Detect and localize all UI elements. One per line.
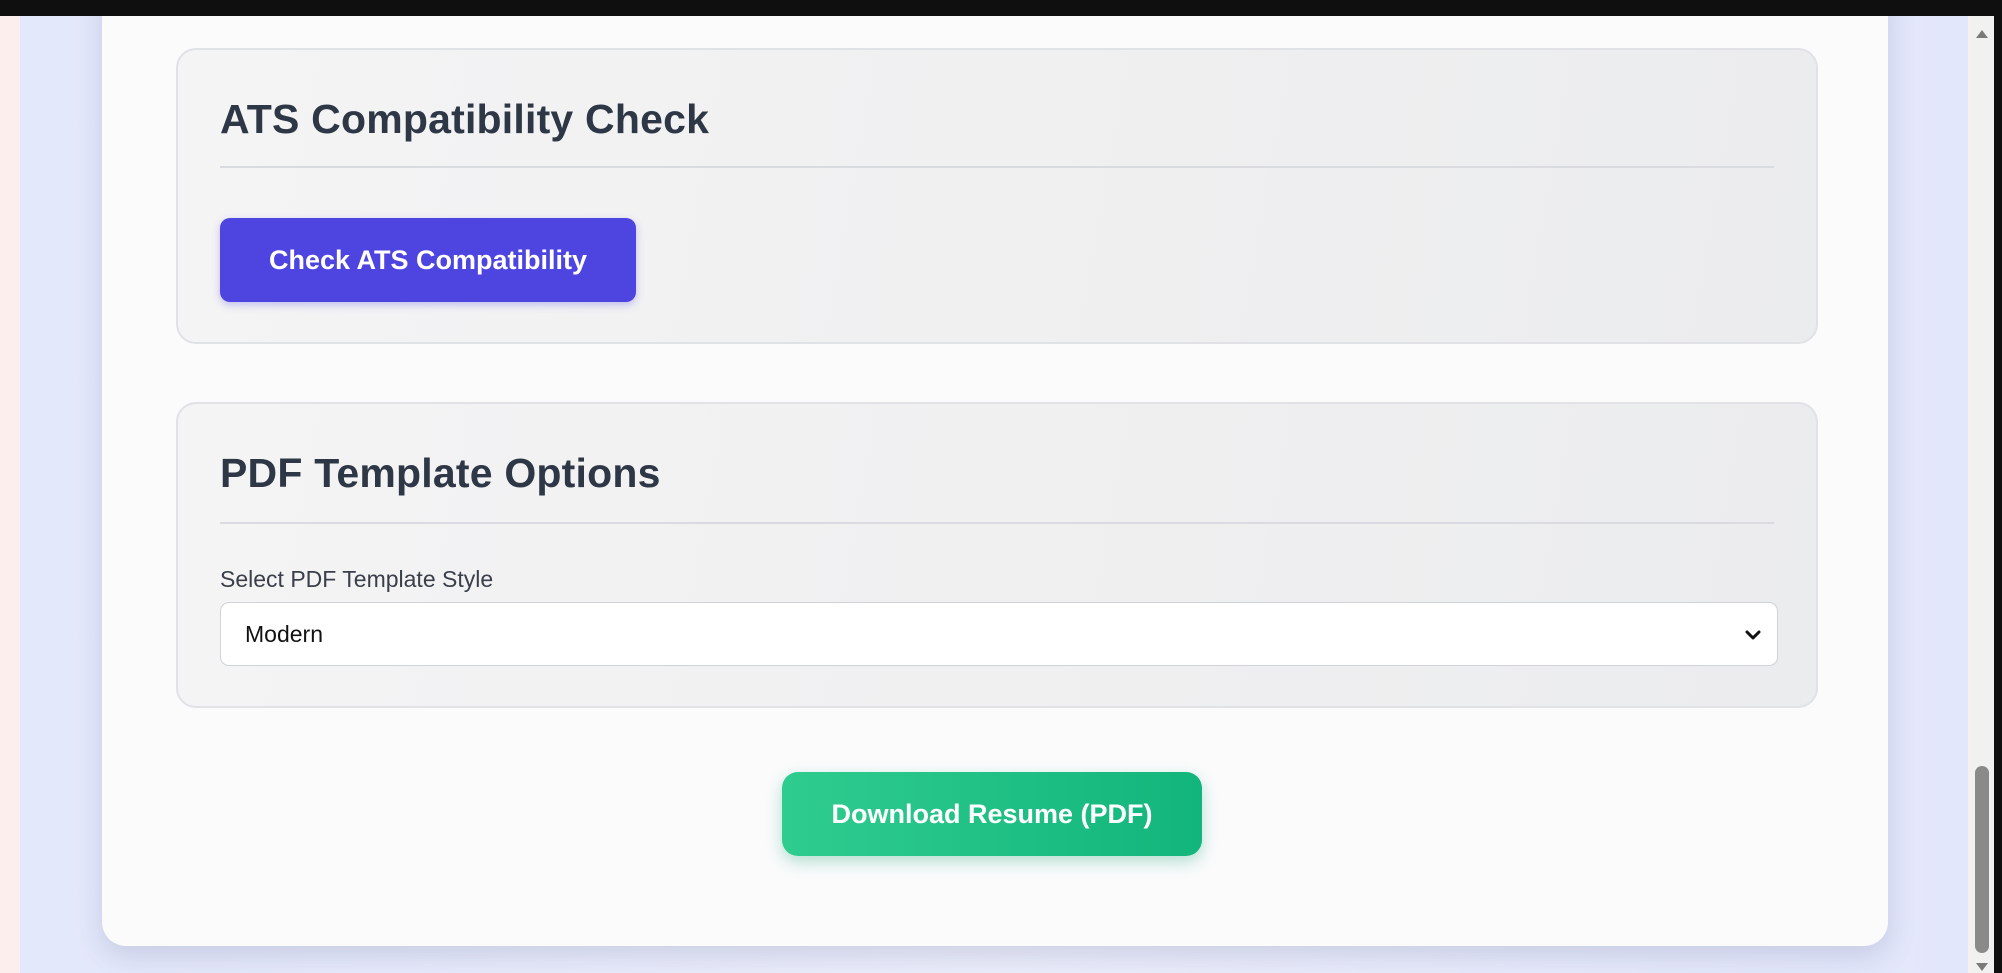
download-resume-button[interactable]: Download Resume (PDF): [782, 772, 1202, 856]
template-select-label: Select PDF Template Style: [220, 566, 494, 592]
pdf-section-title: PDF Template Options: [220, 450, 661, 496]
template-select-value: Modern: [245, 621, 323, 647]
chevron-down-icon: [1745, 630, 1761, 640]
ats-compatibility-section: ATS Compatibility Check Check ATS Compat…: [176, 48, 1818, 344]
check-ats-button[interactable]: Check ATS Compatibility: [220, 218, 636, 302]
arrow-up-icon[interactable]: [1976, 30, 1988, 38]
window-top-frame: [0, 0, 2002, 16]
window-right-frame: [1994, 0, 2002, 973]
vertical-scrollbar[interactable]: [1970, 16, 1994, 973]
arrow-down-icon[interactable]: [1976, 963, 1988, 971]
section-divider: [220, 166, 1774, 168]
template-style-select[interactable]: Modern: [220, 602, 1778, 666]
pdf-template-section: PDF Template Options Select PDF Template…: [176, 402, 1818, 708]
section-divider: [220, 522, 1774, 524]
scrollbar-thumb[interactable]: [1975, 766, 1989, 953]
resume-builder-card: ATS Compatibility Check Check ATS Compat…: [102, 16, 1888, 946]
ats-section-title: ATS Compatibility Check: [220, 96, 710, 142]
page-viewport: ATS Compatibility Check Check ATS Compat…: [20, 16, 1968, 973]
